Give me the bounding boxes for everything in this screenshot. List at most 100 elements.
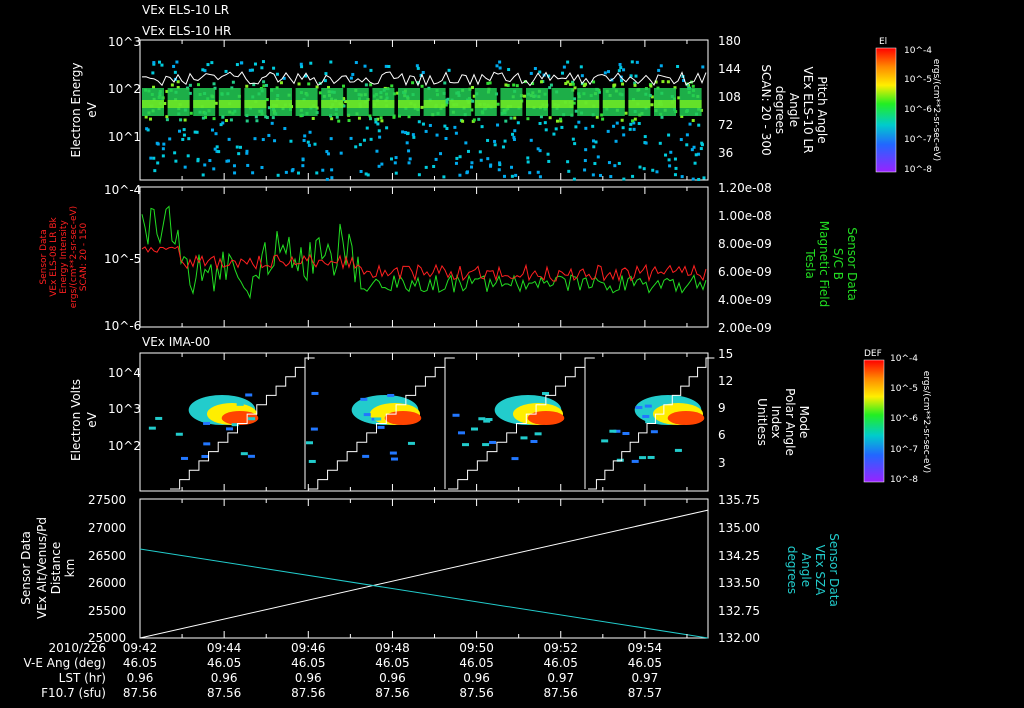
title-line2: VEx ELS-10 HR [142,24,231,38]
p1-cell [227,159,231,163]
p1-cell [583,159,587,163]
p1-cell [183,118,187,122]
p1-core [193,100,216,108]
p1-cell [406,131,410,135]
p1-cell [584,126,588,130]
p3-colorbar-gradient [863,359,885,483]
p3-cell [175,432,183,436]
p2-rtick-2: 8.00e-09 [718,237,772,251]
p3-cell [236,402,244,406]
p1-cell [175,60,179,64]
p1-cell [203,163,207,167]
p1-cell [439,152,443,156]
p3-cell [601,439,609,443]
footer-f107-4: 87.56 [459,686,493,700]
p1-core [449,100,472,108]
panel1-left-axis: 10^3 10^2 10^1 Electron Energy eV [69,35,141,158]
p3-ytick-1: 10^3 [108,402,141,416]
p1-cell [432,164,436,168]
p1-cell [210,128,214,132]
footer-vea-1: 46.05 [207,656,241,670]
p1-cell [507,68,511,72]
p1-cell [261,60,265,64]
p3-cell [226,427,234,431]
p3-cell [644,404,652,408]
p3-cell [389,451,397,455]
p1-cell [498,161,502,165]
p1-cell [693,161,697,165]
p1-cell [152,61,156,65]
p1-cell [224,119,228,123]
p4-ytick-0: 27500 [88,493,126,507]
p1-cell [622,68,626,72]
p1-cell [149,156,153,160]
p1-cell [260,165,264,169]
footer-columns: 09:4246.050.9687.5609:4446.050.9687.5609… [123,641,662,700]
p1-cell [296,171,300,175]
p1-cell [465,171,469,175]
p1-cell [538,70,542,74]
p1-cell [676,64,680,68]
p1-cbtick-0: 10^-4 [904,46,932,56]
p1-cell [471,99,475,103]
p1-cell [472,118,476,122]
p1-cell [161,147,165,151]
p1-cell [354,61,358,65]
p1-cell [229,118,233,122]
p1-cell [196,83,200,87]
p1-cell [571,137,575,141]
p1-cbtick-2: 10^-6 [904,105,932,115]
p3-cell [520,436,528,440]
p3-stair-1 [308,357,455,490]
p1-cell [606,129,610,133]
p3-cbtick-2: 10^-6 [890,414,918,424]
p1-cell [454,131,458,135]
p1-cell [407,149,411,153]
p3-cell [362,454,370,458]
p1-cell [174,159,178,163]
p1-cell [533,67,537,71]
p1-cell [401,130,405,134]
p1-cell [375,149,379,153]
p1-cell [434,157,438,161]
p1-core [654,100,676,108]
p1-rlabel-1: VEx ELS-10 LR [801,66,815,153]
p1-cell [603,71,607,75]
p3-rlabel-3: Unitless [755,398,769,446]
p1-cell [618,63,622,67]
p1-cell [479,158,483,162]
p1-core [628,100,651,108]
p1-cell [178,129,182,133]
p1-cell [246,163,250,167]
p3-cbtick-4: 10^-8 [890,475,918,485]
p1-cell [424,165,428,169]
p1-cell [637,122,641,126]
p1-cell [221,115,225,119]
p1-cell [526,117,530,121]
p1-cell [251,171,255,175]
p1-cell [495,64,499,68]
p1-cell [264,83,268,87]
p1-cell [301,164,305,168]
p1-cell [212,117,216,121]
p1-rtick-4: 36 [718,146,733,160]
p1-cell [547,159,551,163]
p1-cell [321,168,325,172]
p1-cell [214,132,218,136]
p1-cell [552,132,556,136]
p1-cell [262,84,266,88]
p1-cell [420,84,424,88]
p1-cell [261,138,265,142]
p1-colorbar-gradient [875,47,897,173]
p1-cell [572,177,576,181]
p1-rlabel-0: Pitch Angle [815,76,829,143]
p1-ytick-0: 10^3 [108,35,141,49]
p1-cell [523,94,527,98]
p1-cell [458,173,462,177]
p1-cell [554,127,558,131]
p1-cell [369,83,373,87]
p1-cell [559,117,563,121]
p1-cell [679,138,683,142]
p1-cell [435,133,439,137]
p1-cell [307,143,311,147]
